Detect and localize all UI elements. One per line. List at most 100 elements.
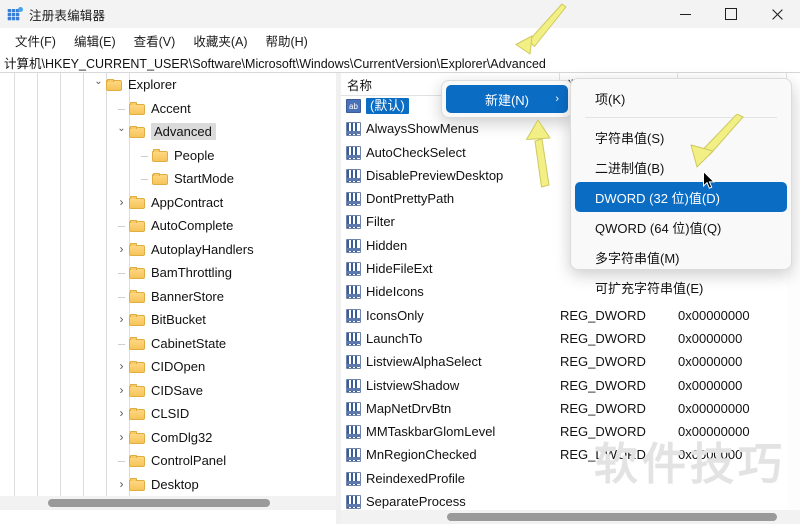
menu-bar: 文件(F) 编辑(E) 查看(V) 收藏夹(A) 帮助(H) <box>0 28 800 52</box>
tree-item-people[interactable]: – People <box>0 144 320 168</box>
values-horizontal-scrollbar[interactable] <box>341 510 800 524</box>
tree-branch-tick: – <box>140 171 149 187</box>
tree-item-bannerstore[interactable]: – BannerStore <box>0 285 320 309</box>
value-name: IconsOnly <box>366 307 424 323</box>
folder-icon <box>129 478 146 491</box>
menu-file[interactable]: 文件(F) <box>6 29 65 52</box>
submenu-item-2[interactable]: 二进制值(B) <box>575 152 787 182</box>
tree-item-explorer[interactable]: ⌄ Explorer <box>0 73 320 97</box>
tree-item-bamthrottling[interactable]: – BamThrottling <box>0 261 320 285</box>
tree-item-desktop[interactable]: › Desktop <box>0 473 320 497</box>
tree-item-cidsave[interactable]: › CIDSave <box>0 379 320 403</box>
tree-item-startmode[interactable]: – StartMode <box>0 167 320 191</box>
submenu-item-3[interactable]: DWORD (32 位)值(D) <box>575 182 787 212</box>
menu-favorites[interactable]: 收藏夹(A) <box>184 29 256 52</box>
submenu-item-label: 可扩充字符串值(E) <box>595 280 704 296</box>
value-type: REG_DWORD <box>560 330 646 346</box>
dword-value-icon <box>346 471 361 486</box>
value-name: ListviewShadow <box>366 377 460 393</box>
dword-value-icon <box>346 192 361 207</box>
menu-help[interactable]: 帮助(H) <box>256 29 316 52</box>
window-title: 注册表编辑器 <box>29 8 106 23</box>
dword-value-icon <box>346 448 361 463</box>
menu-view[interactable]: 查看(V) <box>125 29 185 52</box>
tree-item-label: AppContract <box>151 194 224 210</box>
dword-value-icon <box>346 238 361 253</box>
value-type: REG_DWORD <box>560 400 646 416</box>
close-button[interactable] <box>754 0 800 28</box>
value-row[interactable]: ListviewAlphaSelect REG_DWORD 0x0000000 <box>341 351 787 374</box>
folder-icon <box>129 266 146 280</box>
submenu-item-0[interactable]: 项(K) <box>575 83 787 113</box>
chevron-right-icon[interactable]: › <box>115 360 128 373</box>
tree-hscroll-thumb[interactable] <box>48 499 270 507</box>
submenu-item-4[interactable]: QWORD (64 位)值(Q) <box>575 212 787 242</box>
folder-icon <box>129 219 146 233</box>
dword-value-icon <box>346 285 361 300</box>
dword-value-icon <box>346 122 361 137</box>
tree-item-cabinetstate[interactable]: – CabinetState <box>0 332 320 356</box>
folder-icon <box>106 78 123 92</box>
value-name: HideIcons <box>366 284 424 300</box>
folder-icon <box>129 454 146 468</box>
chevron-right-icon[interactable]: › <box>115 195 128 209</box>
submenu-item-1[interactable]: 字符串值(S) <box>575 122 787 152</box>
submenu-item-label: 多字符串值(M) <box>595 250 680 266</box>
chevron-right-icon[interactable]: › <box>115 407 128 420</box>
values-hscroll-thumb[interactable] <box>447 513 777 521</box>
folder-icon <box>129 337 146 350</box>
address-bar[interactable]: 计算机\HKEY_CURRENT_USER\Software\Microsoft… <box>0 52 800 73</box>
menu-edit[interactable]: 编辑(E) <box>65 29 125 52</box>
tree-item-clsid[interactable]: › CLSID <box>0 402 320 426</box>
title-bar: 注册表编辑器 <box>0 0 800 28</box>
dword-value-icon <box>346 262 361 277</box>
tree-item-autoplayhandlers[interactable]: › AutoplayHandlers <box>0 238 320 262</box>
tree-item-label: CabinetState <box>151 335 227 351</box>
submenu-separator <box>585 117 777 118</box>
minimize-button[interactable] <box>662 0 708 28</box>
value-name: MnRegionChecked <box>366 447 477 463</box>
value-name: MMTaskbarGlomLevel <box>366 424 496 440</box>
value-row[interactable]: LaunchTo REG_DWORD 0x0000000 <box>341 328 787 351</box>
chevron-down-icon[interactable]: ⌄ <box>115 124 128 138</box>
tree-item-bitbucket[interactable]: › BitBucket <box>0 308 320 332</box>
value-data: 0x0000000 <box>678 330 743 346</box>
tree-item-cidopen[interactable]: › CIDOpen <box>0 355 320 379</box>
dword-value-icon <box>346 168 361 183</box>
tree-item-appcontract[interactable]: › AppContract <box>0 191 320 215</box>
submenu-item-6[interactable]: 可扩充字符串值(E) <box>575 272 787 302</box>
context-menu-new: 新建(N) › <box>441 80 573 118</box>
value-row[interactable]: MapNetDrvBtn REG_DWORD 0x00000000 <box>341 398 787 421</box>
chevron-right-icon[interactable]: › <box>115 477 128 491</box>
value-row[interactable]: IconsOnly REG_DWORD 0x00000000 <box>341 305 787 328</box>
folder-icon <box>129 384 146 397</box>
tree-item-label: CIDSave <box>151 382 204 398</box>
value-data: 0x00000000 <box>678 400 750 416</box>
watermark: 软件技巧 <box>594 439 786 490</box>
tree-horizontal-scrollbar[interactable] <box>0 496 336 510</box>
tree-item-controlpanel[interactable]: – ControlPanel <box>0 449 320 473</box>
value-row[interactable]: ListviewShadow REG_DWORD 0x0000000 <box>341 375 787 398</box>
maximize-button[interactable] <box>708 0 754 28</box>
chevron-right-icon: › <box>555 93 559 105</box>
chevron-right-icon[interactable]: › <box>115 313 128 326</box>
registry-tree: ⌄ Explorer – Accent ⌄ Advanced – People – StartMo… <box>0 73 320 510</box>
tree-item-autocomplete[interactable]: – AutoComplete <box>0 214 320 238</box>
tree-viewport: ⌄ Explorer – Accent ⌄ Advanced – People – StartMo… <box>0 73 320 510</box>
chevron-down-icon[interactable]: ⌄ <box>92 77 105 91</box>
tree-item-advanced[interactable]: ⌄ Advanced <box>0 120 320 144</box>
registry-editor-window: 注册表编辑器 文件(F) 编辑(E) 查看(V) 收藏夹(A) 帮助(H) 计算… <box>0 0 800 524</box>
submenu-item-5[interactable]: 多字符串值(M) <box>575 242 787 272</box>
tree-item-label: People <box>174 147 215 163</box>
context-menu-item-new[interactable]: 新建(N) › <box>446 85 568 113</box>
value-data: 0x0000000 <box>678 354 743 370</box>
chevron-right-icon[interactable]: › <box>115 430 128 444</box>
chevron-right-icon[interactable]: › <box>115 242 128 256</box>
tree-item-label: AutoplayHandlers <box>151 241 254 257</box>
tree-item-comdlg32[interactable]: › ComDlg32 <box>0 426 320 450</box>
tree-item-accent[interactable]: – Accent <box>0 97 320 121</box>
tree-branch-tick: – <box>117 335 126 351</box>
registry-editor-icon <box>7 6 23 22</box>
folder-icon <box>129 407 146 421</box>
chevron-right-icon[interactable]: › <box>115 383 128 397</box>
